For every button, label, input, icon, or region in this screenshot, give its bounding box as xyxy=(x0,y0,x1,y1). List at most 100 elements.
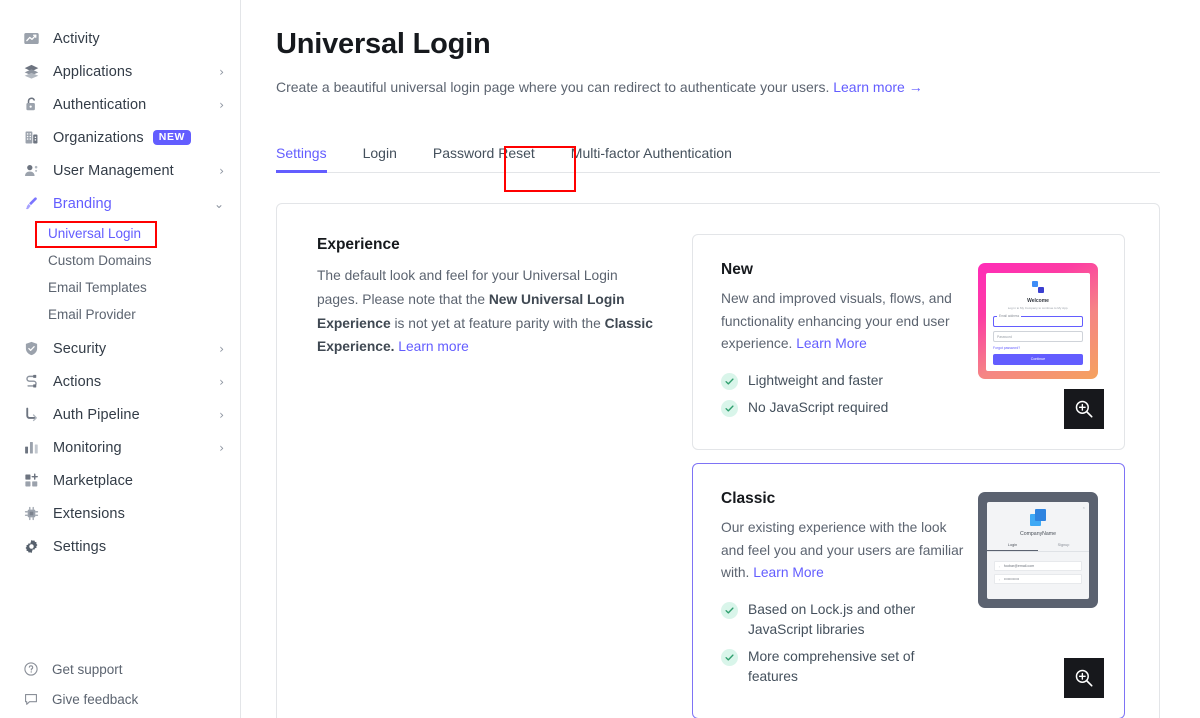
learn-more-link[interactable]: Learn more → xyxy=(833,79,922,95)
actions-icon xyxy=(22,372,41,391)
sidebar-item-monitoring[interactable]: Monitoring › xyxy=(0,431,240,464)
thumbnail-new-wrapper[interactable]: Welcome Log in to My Company to continue… xyxy=(978,263,1104,430)
sidebar-item-label: Auth Pipeline xyxy=(53,406,140,423)
sidebar-item-extensions[interactable]: Extensions xyxy=(0,497,240,530)
sidebar-item-label: Authentication xyxy=(53,96,147,113)
experience-card-new[interactable]: New New and improved visuals, flows, and… xyxy=(692,234,1125,451)
sidebar-item-label: Activity xyxy=(53,30,100,47)
extensions-icon xyxy=(22,504,41,523)
experience-title: Experience xyxy=(317,236,400,254)
chevron-right-icon: › xyxy=(219,163,224,178)
preview-row-lock-icon: ▫ xyxy=(998,576,1001,582)
sidebar-item-custom-domains[interactable]: Custom Domains xyxy=(0,247,240,274)
tab-settings[interactable]: Settings xyxy=(276,145,327,174)
sidebar-item-security[interactable]: Security › xyxy=(0,332,240,365)
sidebar-item-applications[interactable]: Applications › xyxy=(0,55,240,88)
card-learn-more-classic[interactable]: Learn More xyxy=(749,565,824,580)
preview-subtitle: Log in to My Company to continue to My A… xyxy=(1007,306,1069,311)
status-badge-new: NEW xyxy=(152,129,192,146)
feature-label: Based on Lock.js and other JavaScript li… xyxy=(748,602,916,638)
sidebar-item-email-templates[interactable]: Email Templates xyxy=(0,274,240,301)
feature-item: No JavaScript required xyxy=(721,398,964,418)
tab-login[interactable]: Login xyxy=(363,145,397,172)
preview-tabs: Login Signup xyxy=(987,543,1089,553)
sidebar-item-label: Monitoring xyxy=(53,439,122,456)
get-support-button[interactable]: Get support xyxy=(0,654,240,684)
sidebar: Activity Applications › Authentication › xyxy=(0,0,241,718)
preview-tab-login: Login xyxy=(987,543,1038,552)
feature-label: More comprehensive set of features xyxy=(748,649,915,685)
preview-password-value: •••••••••••• xyxy=(1004,577,1020,582)
marketplace-icon xyxy=(22,471,41,490)
main-content: Universal Login Create a beautiful unive… xyxy=(241,0,1200,718)
chevron-right-icon: › xyxy=(219,341,224,356)
feature-label: No JavaScript required xyxy=(748,400,889,416)
thumbnail-new-preview: Welcome Log in to My Company to continue… xyxy=(978,263,1098,380)
chevron-right-icon: › xyxy=(219,97,224,112)
applications-icon xyxy=(22,62,41,81)
preview-row-lock-icon: ▫ xyxy=(998,563,1001,569)
card-title-new: New xyxy=(721,261,753,279)
sidebar-item-organizations[interactable]: Organizations NEW xyxy=(0,121,240,154)
chevron-right-icon: › xyxy=(219,374,224,389)
card-title-classic: Classic xyxy=(721,490,776,508)
chevron-down-icon: ⌄ xyxy=(213,196,224,211)
card-learn-more-new[interactable]: Learn More xyxy=(796,336,867,351)
sidebar-item-settings[interactable]: Settings xyxy=(0,530,240,563)
settings-panel: Experience The default look and feel for… xyxy=(276,203,1160,718)
sidebar-item-email-provider[interactable]: Email Provider xyxy=(0,301,240,328)
sidebar-item-actions[interactable]: Actions › xyxy=(0,365,240,398)
experience-text-2: is not yet at feature parity with the xyxy=(390,315,605,331)
sidebar-item-label: Security xyxy=(53,340,107,357)
sidebar-item-user-management[interactable]: User Management › xyxy=(0,154,240,187)
card-description-classic: Our existing experience with the look an… xyxy=(721,517,964,584)
experience-card-classic[interactable]: Classic Our existing experience with the… xyxy=(692,463,1125,718)
zoom-in-icon[interactable] xyxy=(1064,658,1104,699)
page-subtitle-text: Create a beautiful universal login page … xyxy=(276,79,830,95)
preview-close-icon: × xyxy=(1082,505,1085,511)
sidebar-item-label: Applications xyxy=(53,63,133,80)
sidebar-item-activity[interactable]: Activity xyxy=(0,22,240,55)
preview-continue-button: Continue xyxy=(993,353,1083,365)
chevron-right-icon: › xyxy=(219,440,224,455)
shield-icon xyxy=(22,339,41,358)
sidebar-item-auth-pipeline[interactable]: Auth Pipeline › xyxy=(0,398,240,431)
sidebar-item-label: Branding xyxy=(53,195,112,212)
sidebar-item-universal-login[interactable]: Universal Login xyxy=(0,220,240,247)
give-feedback-button[interactable]: Give feedback xyxy=(0,684,240,714)
preview-forgot-password-link: Forgot password? xyxy=(993,345,1021,350)
organizations-icon xyxy=(22,128,41,147)
feature-label: Lightweight and faster xyxy=(748,373,883,389)
sidebar-item-label: Extensions xyxy=(53,505,125,522)
sidebar-item-marketplace[interactable]: Marketplace xyxy=(0,464,240,497)
footer-item-label: Get support xyxy=(52,661,123,677)
tab-multi-factor-authentication[interactable]: Multi-factor Authentication xyxy=(571,145,732,172)
check-icon xyxy=(721,602,738,620)
preview-email-field: Email address xyxy=(993,313,1083,327)
sidebar-item-authentication[interactable]: Authentication › xyxy=(0,88,240,121)
preview-logo-icon xyxy=(1032,281,1044,294)
check-icon xyxy=(721,649,738,667)
tab-password-reset[interactable]: Password Reset xyxy=(433,145,535,172)
sidebar-item-branding[interactable]: Branding ⌄ xyxy=(0,187,240,220)
experience-learn-more-link[interactable]: Learn more xyxy=(394,339,469,354)
check-icon xyxy=(721,400,738,418)
preview-email-row: ▫ foobar@email.com xyxy=(994,561,1082,572)
sidebar-item-label: Organizations xyxy=(53,129,144,146)
experience-section: Experience The default look and feel for… xyxy=(317,234,662,359)
preview-email-label: Email address xyxy=(997,313,1022,318)
tab-bar: Settings Login Password Reset Multi-fact… xyxy=(276,135,1160,174)
pipeline-icon xyxy=(22,405,41,424)
zoom-in-icon[interactable] xyxy=(1064,389,1104,430)
preview-password-row: ▫ •••••••••••• xyxy=(994,574,1082,585)
thumbnail-classic-wrapper[interactable]: × CompanyName Login Signup ▫ foobar@emai… xyxy=(978,492,1104,699)
chevron-right-icon: › xyxy=(219,64,224,79)
app-root: Activity Applications › Authentication › xyxy=(0,0,1200,718)
activity-icon xyxy=(22,29,41,48)
preview-password-field: Password xyxy=(993,330,1083,342)
sidebar-item-label: Marketplace xyxy=(53,472,134,489)
page-subtitle: Create a beautiful universal login page … xyxy=(276,77,1160,97)
feature-item: Based on Lock.js and other JavaScript li… xyxy=(721,600,964,640)
sidebar-footer: Get support Give feedback xyxy=(0,654,240,718)
page-title: Universal Login xyxy=(276,28,491,60)
